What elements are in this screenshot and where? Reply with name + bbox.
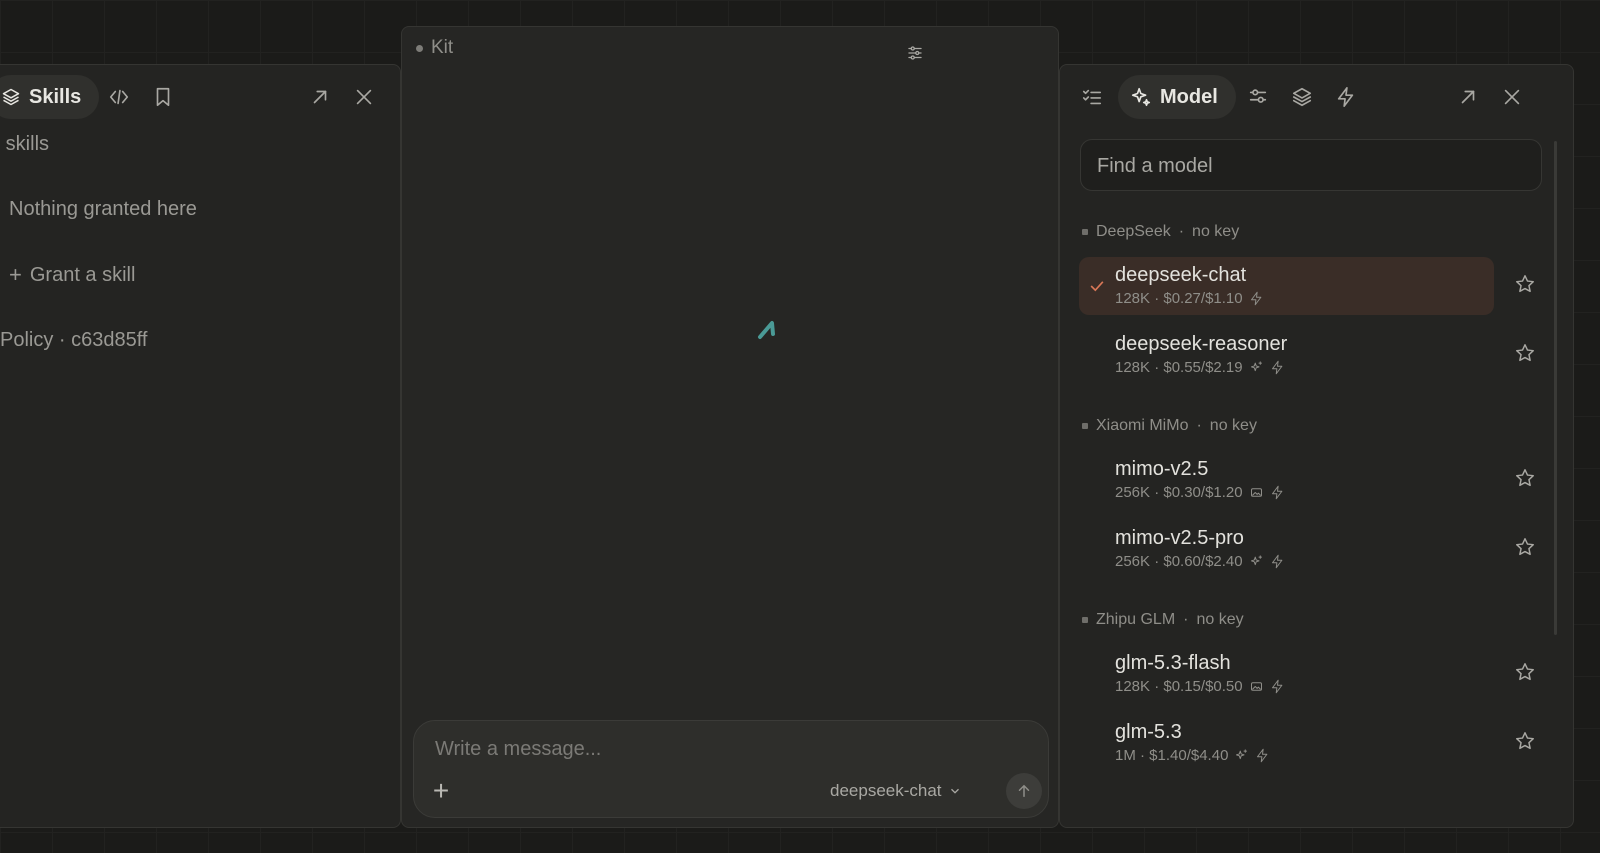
checkmark-icon [1087,276,1107,296]
image-icon [1250,488,1262,497]
bookmark-icon[interactable] [145,79,181,115]
model-search-input[interactable] [1097,152,1517,180]
tab-skills-label: Skills [29,85,82,108]
provider-status: no key [1196,611,1244,628]
model-name: mimo-v2.5-pro [1115,527,1244,549]
image-icon [1250,682,1262,691]
model-selector[interactable]: deepseek-chat [830,781,962,801]
send-button[interactable] [1006,773,1042,809]
provider-dot-icon [1082,617,1088,623]
sparkle-icon [1250,555,1262,566]
layers-icon[interactable] [1284,79,1320,115]
skills-tabbar: Skills [0,75,400,119]
model-tabbar: Model [1060,75,1573,119]
policy-id: Policy · c63d85ff [0,329,148,351]
skills-count: 0 skills [0,133,50,155]
message-composer: + deepseek-chat [413,720,1049,818]
favorite-star-icon[interactable] [1514,661,1538,685]
lightning-icon [1271,554,1282,569]
model-item-deepseek-reasoner[interactable]: deepseek-reasoner 128K · $0.55/$2.19 [1079,326,1494,384]
lightning-icon [1250,291,1261,306]
model-selector-label: deepseek-chat [830,781,942,800]
arrow-up-icon [1018,784,1030,797]
empty-message: Nothing granted here [9,198,197,220]
provider-dot-icon [1082,229,1088,235]
favorite-star-icon[interactable] [1514,273,1538,297]
model-meta: 128K · $0.55/$2.19 [1115,359,1285,376]
sparkle-icon [1250,361,1262,372]
status-dot-icon [416,44,423,52]
provider-dot-icon [1082,423,1088,429]
grant-skill-button[interactable]: + Grant a skill [9,262,135,288]
favorite-star-icon[interactable] [1514,467,1538,491]
model-meta: 256K · $0.60/$2.40 [1115,553,1285,570]
chat-title-label: Kit [431,37,454,58]
expand-icon[interactable] [1450,79,1486,115]
plus-icon: + [9,262,22,287]
model-name: mimo-v2.5 [1115,458,1209,480]
grant-skill-label: Grant a skill [29,263,136,286]
model-meta: 256K · $0.30/$1.20 [1115,484,1285,501]
sliders-icon[interactable] [897,35,933,71]
lightning-icon[interactable] [1328,79,1364,115]
model-name: deepseek-reasoner [1115,333,1288,355]
model-meta-text: 256K · $0.60/$2.40 [1115,553,1243,570]
model-name: glm-5.3-flash [1115,652,1231,674]
tab-model[interactable]: Model [1118,75,1236,119]
message-input[interactable] [435,735,995,763]
provider-status: no key [1209,417,1257,434]
favorite-star-icon[interactable] [1514,536,1538,560]
model-panel: Model DeepSeek · no key deepseek-chat 12… [1059,64,1574,828]
lightning-icon [1271,679,1282,694]
model-meta-text: 128K · $0.55/$2.19 [1115,359,1243,376]
layers-icon [1,87,21,107]
provider-name: DeepSeek [1096,223,1171,240]
favorite-star-icon[interactable] [1514,730,1538,754]
code-brackets-icon[interactable] [101,79,137,115]
chat-title: Kit [416,37,453,59]
add-attachment-button[interactable]: + [428,777,454,805]
model-meta: 128K · $0.27/$1.10 [1115,290,1264,307]
expand-icon[interactable] [302,79,338,115]
model-item-mimo-v2.5[interactable]: mimo-v2.5 256K · $0.30/$1.20 [1079,451,1494,509]
sliders-icon[interactable] [1240,79,1276,115]
provider-status: no key [1192,223,1240,240]
lightning-icon [1271,485,1282,500]
lightning-icon [1271,360,1282,375]
model-item-glm-5.3[interactable]: glm-5.3 1M · $1.40/$4.40 [1079,714,1494,772]
provider-name: Xiaomi MiMo [1096,417,1189,434]
provider-header: Xiaomi MiMo · no key [1082,417,1257,435]
model-search [1080,139,1542,191]
model-meta-text: 256K · $0.30/$1.20 [1115,484,1243,501]
tab-model-label: Model [1160,85,1218,108]
lightning-icon [1257,748,1268,763]
favorite-star-icon[interactable] [1514,342,1538,366]
provider-name: Zhipu GLM [1096,611,1176,628]
model-meta-text: 128K · $0.27/$1.10 [1115,290,1243,307]
model-item-mimo-v2.5-pro[interactable]: mimo-v2.5-pro 256K · $0.60/$2.40 [1079,520,1494,578]
scrollbar[interactable] [1554,141,1557,635]
provider-header: DeepSeek · no key [1082,223,1239,241]
sparkle-icon [1236,749,1248,760]
model-meta: 128K · $0.15/$0.50 [1115,678,1285,695]
chat-panel: Kit + deepseek-chat [401,26,1059,828]
model-name: glm-5.3 [1115,721,1182,743]
checklist-icon[interactable] [1074,79,1110,115]
provider-header: Zhipu GLM · no key [1082,611,1244,629]
close-icon[interactable] [346,79,382,115]
sparkle-icon [1130,86,1152,108]
model-item-deepseek-chat[interactable]: deepseek-chat 128K · $0.27/$1.10 [1079,257,1494,315]
close-icon[interactable] [1494,79,1530,115]
tab-skills[interactable]: Skills [0,75,100,119]
model-meta-text: 128K · $0.15/$0.50 [1115,678,1243,695]
chevron-down-icon [948,784,962,798]
model-item-glm-5.3-flash[interactable]: glm-5.3-flash 128K · $0.15/$0.50 [1079,645,1494,703]
loading-spinner-icon [756,313,786,343]
model-meta: 1M · $1.40/$4.40 [1115,747,1270,764]
skills-panel: Skills 0 skills Nothing granted here + G… [0,64,401,828]
model-meta-text: 1M · $1.40/$4.40 [1115,747,1229,764]
model-name: deepseek-chat [1115,264,1247,286]
